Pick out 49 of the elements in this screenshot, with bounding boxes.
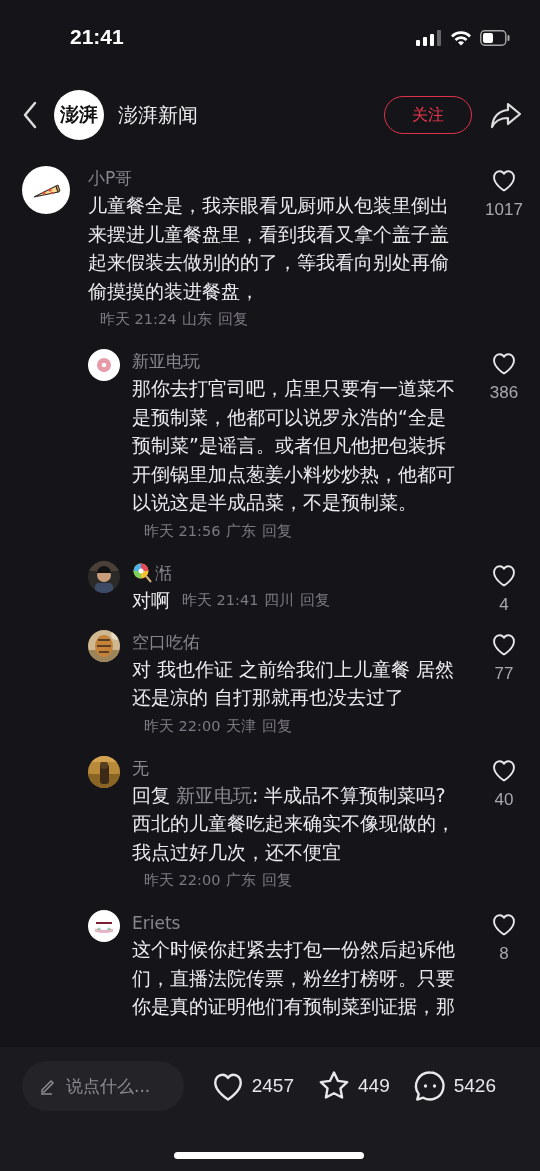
account-name[interactable]: 澎湃新闻 xyxy=(118,101,384,129)
reply-link[interactable]: 回复 xyxy=(262,522,293,539)
like-count: 8 xyxy=(499,944,509,964)
back-icon[interactable] xyxy=(22,101,38,129)
comment-time: 昨天 21:41 xyxy=(182,591,259,608)
battery-icon xyxy=(480,30,510,46)
user-name[interactable]: Eriets xyxy=(132,912,181,933)
like-count: 4 xyxy=(499,594,509,615)
wifi-icon xyxy=(450,30,472,46)
comment-location: 广东 xyxy=(226,522,257,539)
comment-text: 那你去打官司吧，店里只要有一道菜不是预制菜，他都可以说罗永浩的“全是预制菜”是谣言。或者但凡他把包装拆开倒锅里加点葱姜小料炒炒热，他都可以说这是半成品菜，不是预制菜。 xyxy=(132,376,456,515)
comment-input[interactable]: 说点什么... xyxy=(22,1061,184,1111)
comment-time: 昨天 21:56 xyxy=(144,522,221,539)
comment-time: 昨天 21:24 xyxy=(100,311,177,327)
avatar[interactable] xyxy=(22,166,70,214)
comment-count: 5426 xyxy=(453,1075,496,1097)
comment-location: 四川 xyxy=(264,591,295,608)
logo-avatar[interactable] xyxy=(88,910,120,942)
user-name[interactable]: 湉 xyxy=(155,561,172,585)
comment-time: 昨天 22:00 xyxy=(144,717,221,734)
user-name[interactable]: 空口吃佑 xyxy=(132,630,200,654)
user-name[interactable]: 小P哥 xyxy=(88,167,133,190)
user-name[interactable]: 新亚电玩 xyxy=(132,350,200,373)
comment-location: 天津 xyxy=(226,717,257,734)
comment-text: 这个时候你赶紧去打包一份然后起诉他们，直播法院传票，粉丝打榜呀。只要你是真的证明他们有预制菜到证据，那 xyxy=(132,937,456,1019)
like-count: 2457 xyxy=(251,1075,294,1097)
user-name[interactable]: 无 xyxy=(132,756,149,780)
comment-location: 山东 xyxy=(182,311,213,327)
placeholder-text: 说点什么... xyxy=(66,1074,151,1098)
like-count: 40 xyxy=(494,789,514,810)
signal-icon xyxy=(416,30,442,46)
reply-link[interactable]: 回复 xyxy=(218,311,249,327)
logo-avatar[interactable]: 澎湃 xyxy=(54,90,104,140)
comment-text: 回复 新亚电玩: 半成品不算预制菜吗?西北的儿童餐吃起来确实不像现做的，我点过好几次，还不便宜 xyxy=(132,782,456,865)
reply-link[interactable]: 回复 xyxy=(262,717,293,734)
like-count: 386 xyxy=(489,383,519,403)
comment-text: 对 我也作证 之前给我们上儿童餐 居然还是凉的 自打那就再也没去过了 xyxy=(132,656,456,710)
favorite-count: 449 xyxy=(358,1075,390,1097)
share-icon[interactable] xyxy=(490,101,522,129)
reply-link[interactable]: 回复 xyxy=(300,591,331,608)
like-count: 77 xyxy=(494,663,514,684)
comment-location: 广东 xyxy=(226,872,257,888)
like-count: 1017 xyxy=(485,200,523,220)
comment-time: 昨天 22:00 xyxy=(144,872,221,888)
comment-text: 儿童餐全是，我亲眼看见厨师从包装里倒出来摆进儿童餐盘里，看到我看又拿个盖子盖起来假装去做别的的了，等我看向别处再偷偷摸摸的装进餐盘， xyxy=(88,193,450,304)
comment-text: 对啊 xyxy=(132,588,170,613)
clock-time: 21:41 xyxy=(70,25,124,49)
donut-avatar[interactable] xyxy=(88,349,120,381)
reply-link[interactable]: 回复 xyxy=(262,872,293,888)
